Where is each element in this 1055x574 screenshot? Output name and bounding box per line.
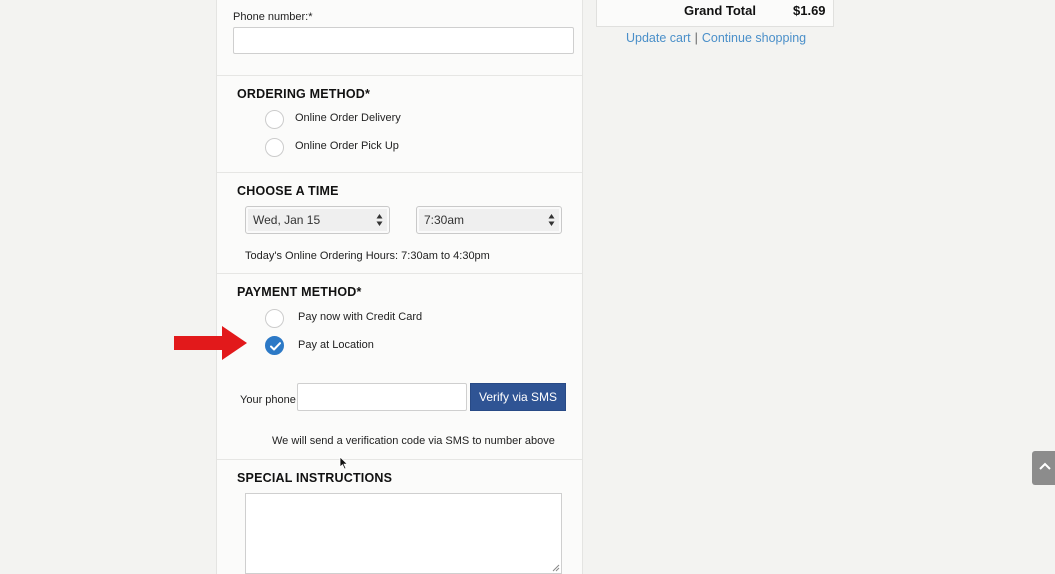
scroll-to-top-button[interactable] (1032, 451, 1055, 485)
radio-label-credit-card: Pay now with Credit Card (298, 311, 423, 323)
chevron-up-icon (1039, 462, 1051, 470)
continue-shopping-link[interactable]: Continue shopping (702, 31, 806, 45)
update-cart-link[interactable]: Update cart (626, 31, 691, 45)
ordering-hours-note: Today's Online Ordering Hours: 7:30am to… (245, 250, 490, 262)
time-select-value: 7:30am (424, 213, 465, 227)
resize-handle-icon[interactable] (552, 564, 560, 572)
special-instructions-textarea[interactable] (245, 493, 562, 574)
radio-label-delivery: Online Order Delivery (295, 112, 401, 124)
radio-label-pickup: Online Order Pick Up (295, 140, 399, 152)
radio-online-order-pickup[interactable] (265, 138, 284, 157)
choose-time-title: CHOOSE A TIME (237, 184, 339, 198)
link-separator: | (694, 31, 698, 45)
radio-pay-credit-card[interactable] (265, 309, 284, 328)
time-select[interactable]: 7:30am (416, 206, 562, 234)
checkmark-icon (270, 342, 281, 351)
verify-via-sms-button[interactable]: Verify via SMS (470, 383, 566, 411)
ordering-method-title: ORDERING METHOD* (237, 87, 371, 101)
select-arrows-icon (548, 214, 555, 226)
grand-total-value: $1.69 (793, 3, 826, 18)
divider (217, 273, 582, 274)
divider (217, 172, 582, 173)
date-select-value: Wed, Jan 15 (253, 213, 321, 227)
special-instructions-title: SPECIAL INSTRUCTIONS (237, 471, 393, 485)
grand-total-row: Grand Total $1.69 (596, 0, 834, 27)
your-phone-label: Your phone (240, 394, 296, 406)
grand-total-label: Grand Total (684, 3, 756, 18)
date-select[interactable]: Wed, Jan 15 (245, 206, 390, 234)
radio-label-pay-at-location: Pay at Location (298, 339, 374, 351)
sms-verification-note: We will send a verification code via SMS… (272, 435, 555, 447)
payment-method-title: PAYMENT METHOD* (237, 285, 362, 299)
cart-links: Update cart | Continue shopping (626, 31, 806, 45)
mouse-cursor-icon (339, 456, 349, 470)
phone-number-label: Phone number:* (233, 11, 313, 23)
divider (217, 75, 582, 76)
your-phone-input[interactable] (297, 383, 467, 411)
radio-pay-at-location[interactable] (265, 336, 284, 355)
red-arrow-icon (174, 326, 247, 360)
divider (217, 459, 582, 460)
phone-number-input[interactable] (233, 27, 574, 54)
select-arrows-icon (376, 214, 383, 226)
radio-online-order-delivery[interactable] (265, 110, 284, 129)
